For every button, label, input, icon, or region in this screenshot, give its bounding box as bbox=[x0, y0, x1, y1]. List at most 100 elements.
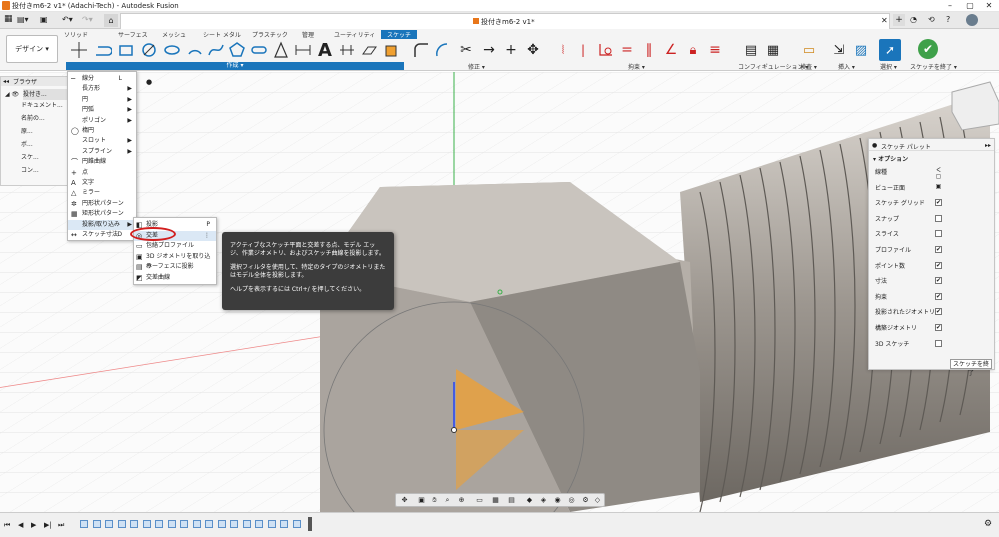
constraints-group-label[interactable]: 拘束 ▾ bbox=[628, 62, 645, 71]
create-group-label[interactable]: 作成 ▾ bbox=[66, 62, 404, 70]
look-at-icon[interactable]: ▣ bbox=[935, 183, 942, 191]
menu-item-6[interactable]: スロット ▶ bbox=[68, 136, 136, 146]
menu-item-15[interactable]: ↔ スケッチ寸法 D bbox=[68, 230, 136, 240]
palette-checkbox[interactable]: ✔ bbox=[935, 292, 942, 300]
browser-header[interactable]: ブラウザ bbox=[1, 77, 69, 86]
menu-item-14[interactable]: 投影/取り込み ▶ bbox=[68, 219, 136, 230]
grid-menu-icon[interactable]: ▦ bbox=[4, 15, 13, 24]
object-snap-icon[interactable]: ◆ bbox=[524, 495, 535, 506]
close-button[interactable]: ✕ bbox=[979, 0, 999, 12]
inspect-group-label[interactable]: 検査 ▾ bbox=[800, 62, 817, 71]
sketch-palette-header[interactable]: スケッチ パレット bbox=[869, 139, 994, 151]
break-tool-icon[interactable]: + bbox=[500, 39, 522, 61]
tab-plastic[interactable]: プラスチック bbox=[252, 30, 288, 39]
timeline-feature-icon[interactable] bbox=[92, 520, 101, 528]
menu-item-11[interactable]: △ ミラー bbox=[68, 188, 136, 198]
zoom-icon[interactable]: ⌕ bbox=[442, 495, 453, 506]
timeline-feature-icon[interactable] bbox=[267, 520, 276, 528]
select-icon[interactable]: ➚ bbox=[879, 39, 901, 61]
maximize-button[interactable]: ▢ bbox=[960, 0, 980, 12]
project-tool-icon[interactable] bbox=[358, 39, 380, 61]
look-at-icon[interactable]: ▣ bbox=[416, 495, 427, 506]
tab-utilities[interactable]: ユーティリティ bbox=[334, 30, 375, 39]
tab-surface[interactable]: サーフェス bbox=[118, 30, 148, 39]
submenu-item-3[interactable]: ▣ 3D ジオメトリを取り込み bbox=[134, 252, 216, 270]
menu-item-12[interactable]: ✲ 円形状パターン bbox=[68, 199, 136, 209]
timeline-next-icon[interactable]: ▶| bbox=[44, 521, 52, 529]
extend-tool-icon[interactable]: → bbox=[478, 39, 500, 61]
grid-settings-icon[interactable]: ▦ bbox=[490, 495, 501, 506]
timeline-feature-icon[interactable] bbox=[192, 520, 201, 528]
create-sketch-icon[interactable] bbox=[380, 39, 402, 61]
submenu-item-2[interactable]: ▭ 包絡プロファイル bbox=[134, 241, 216, 251]
avatar[interactable] bbox=[966, 14, 978, 26]
scissors-icon[interactable]: ✂ bbox=[455, 39, 477, 61]
palette-checkbox[interactable]: ✔ bbox=[935, 246, 942, 253]
collapse-icon[interactable]: ◂◂ bbox=[3, 78, 9, 85]
display-settings-icon[interactable]: ▭ bbox=[474, 495, 485, 506]
circle-tool-icon[interactable] bbox=[138, 39, 160, 61]
menu-item-7[interactable]: スプライン ▶ bbox=[68, 147, 136, 157]
document-tab[interactable]: 投付きm6-2 v1* ✕ bbox=[120, 13, 890, 29]
minimize-button[interactable]: – bbox=[940, 0, 960, 12]
timeline-feature-icon[interactable] bbox=[205, 520, 213, 528]
orbit-icon[interactable]: ✥ bbox=[399, 495, 410, 506]
palette-expand-icon[interactable]: ▸▸ bbox=[985, 142, 991, 149]
measure-icon[interactable]: ▭ bbox=[798, 39, 820, 61]
menu-item-2[interactable]: 円 ▶ bbox=[68, 95, 136, 105]
browser-item-sketches[interactable]: スケ... bbox=[21, 152, 39, 163]
arc-tool-icon[interactable] bbox=[184, 39, 206, 61]
timeline-feature-icon[interactable] bbox=[230, 520, 238, 528]
timeline-feature-icon[interactable] bbox=[155, 520, 163, 528]
submenu-item-5[interactable]: ◩ 交差曲線 bbox=[134, 273, 216, 283]
file-menu-icon[interactable]: ▤▾ bbox=[17, 15, 29, 24]
effects-icon[interactable]: ⚙ bbox=[580, 495, 591, 506]
browser-item-named-views[interactable]: 名前の... bbox=[21, 113, 45, 124]
browser-item-origin[interactable]: 原... bbox=[21, 126, 33, 137]
expand-icon[interactable]: ◢ 👁︎ bbox=[5, 89, 19, 100]
palette-checkbox[interactable]: ✔ bbox=[935, 261, 942, 269]
undo-icon[interactable]: ↶▾ bbox=[62, 15, 73, 24]
palette-checkbox[interactable]: ✔ bbox=[935, 199, 942, 207]
redo-icon[interactable]: ↷▾ bbox=[82, 15, 93, 24]
canvas-icon[interactable]: ▨ bbox=[850, 39, 872, 61]
new-tab-icon[interactable]: + bbox=[893, 14, 905, 26]
save-icon[interactable]: ▣ bbox=[40, 15, 48, 24]
tab-mesh[interactable]: メッシュ bbox=[162, 30, 186, 39]
modify-group-label[interactable]: 修正 ▾ bbox=[468, 62, 485, 71]
tab-manage[interactable]: 管理 bbox=[302, 30, 314, 39]
visual-style-icon[interactable]: ◉ bbox=[552, 495, 563, 506]
parallel-icon[interactable]: ∥ bbox=[638, 39, 660, 61]
timeline-play-icon[interactable]: ▶ bbox=[31, 521, 36, 529]
timeline-first-icon[interactable]: ⏮ bbox=[4, 521, 10, 530]
perpendicular-icon[interactable]: ∠ bbox=[660, 39, 682, 61]
pin-icon[interactable]: ● bbox=[146, 78, 152, 86]
timeline-feature-icon[interactable] bbox=[180, 520, 188, 528]
environment-icon[interactable]: ◎ bbox=[566, 495, 577, 506]
horizontal-icon[interactable]: | bbox=[572, 39, 594, 61]
parameters-icon[interactable]: ▤ bbox=[740, 39, 762, 61]
finish-group-label[interactable]: スケッチを終了 ▾ bbox=[910, 62, 957, 71]
palette-checkbox[interactable]: ✔ bbox=[935, 308, 942, 316]
move-tool-icon[interactable]: ✥ bbox=[522, 39, 544, 61]
palette-checkbox[interactable] bbox=[935, 230, 942, 238]
hatch-tool-icon[interactable] bbox=[336, 39, 358, 61]
menu-item-8[interactable]: ⌒ 円錐曲線 bbox=[68, 157, 136, 167]
timeline-feature-icon[interactable] bbox=[217, 520, 226, 528]
browser-item-bodies[interactable]: ボ... bbox=[21, 139, 33, 150]
timeline-last-icon[interactable]: ⏭ bbox=[58, 521, 64, 530]
settings-icon[interactable]: ⚙ bbox=[984, 519, 992, 529]
menu-item-3[interactable]: 円弧 ▶ bbox=[68, 105, 136, 115]
timeline-feature-icon[interactable] bbox=[105, 520, 113, 528]
layout-icon[interactable]: ◇ bbox=[592, 495, 603, 506]
fix-icon[interactable]: 🔒︎ bbox=[682, 39, 704, 61]
timeline-marker[interactable] bbox=[308, 517, 312, 531]
palette-checkbox[interactable]: ✔ bbox=[935, 277, 942, 285]
timeline-feature-icon[interactable] bbox=[255, 520, 263, 528]
palette-checkbox[interactable] bbox=[935, 214, 942, 222]
section-analysis-icon[interactable]: ◈ bbox=[538, 495, 549, 506]
timeline-feature-icon[interactable] bbox=[280, 520, 288, 528]
tab-sheet-metal[interactable]: シート メタル bbox=[203, 30, 241, 39]
tangent-icon[interactable] bbox=[594, 39, 616, 61]
spline-tool-icon[interactable] bbox=[205, 39, 227, 61]
